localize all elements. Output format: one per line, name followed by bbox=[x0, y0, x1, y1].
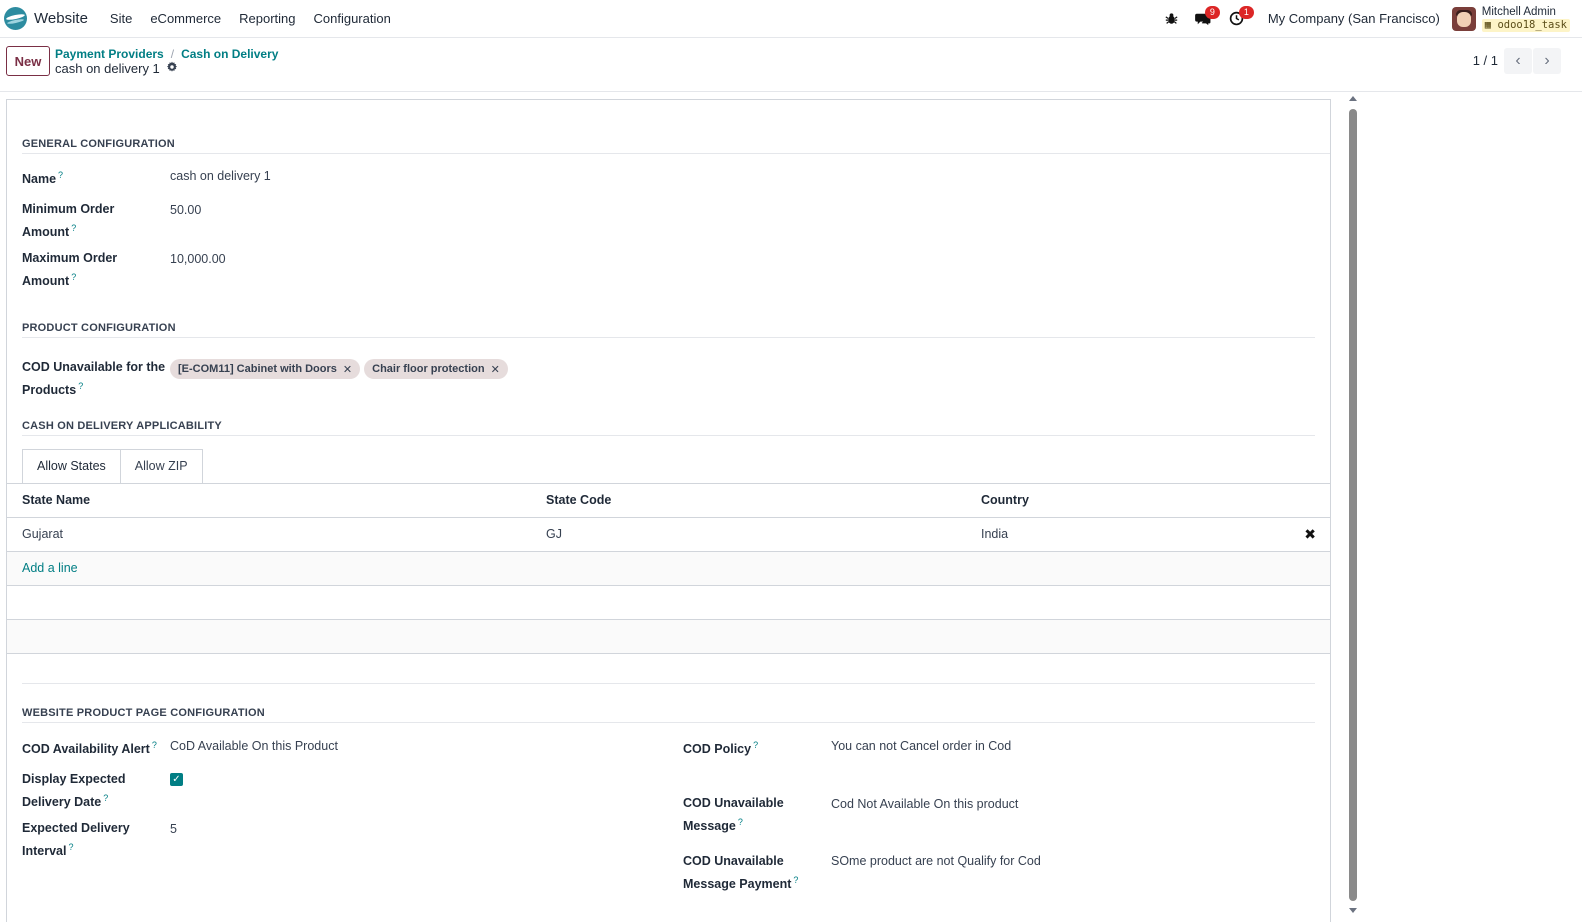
help-icon[interactable]: ? bbox=[793, 875, 798, 885]
database-name: ▦ odoo18_task bbox=[1481, 18, 1570, 32]
activities-clock-icon[interactable]: 1 bbox=[1220, 0, 1254, 38]
table-header: State Name State Code Country bbox=[7, 484, 1330, 518]
min-order-label: Minimum Order Amount? bbox=[22, 202, 115, 240]
chevron-left-icon[interactable]: ‹ bbox=[1504, 48, 1532, 74]
product-tag[interactable]: [E-COM11] Cabinet with Doors ✕ bbox=[170, 359, 361, 379]
cod-unavailable-payment-label: COD Unavailable Message Payment? bbox=[683, 854, 799, 892]
column-state-code[interactable]: State Code bbox=[546, 484, 611, 517]
display-delivery-date-checkbox[interactable]: ✓ bbox=[170, 773, 183, 786]
section-divider bbox=[22, 435, 1315, 436]
help-icon[interactable]: ? bbox=[68, 842, 73, 852]
gear-icon[interactable] bbox=[166, 61, 178, 76]
help-icon[interactable]: ? bbox=[71, 223, 76, 233]
menu-configuration[interactable]: Configuration bbox=[305, 0, 400, 38]
section-divider bbox=[22, 153, 1330, 154]
cell-country[interactable]: India bbox=[981, 518, 1008, 551]
add-line-link[interactable]: Add a line bbox=[22, 552, 78, 585]
scrollbar-thumb[interactable] bbox=[1349, 109, 1357, 901]
help-icon[interactable]: ? bbox=[78, 381, 83, 391]
name-label: Name? bbox=[22, 170, 64, 187]
cod-policy-field[interactable]: You can not Cancel order in Cod bbox=[831, 737, 1011, 756]
section-product-title: PRODUCT CONFIGURATION bbox=[22, 322, 176, 334]
website-app-icon bbox=[4, 7, 27, 30]
help-icon[interactable]: ? bbox=[738, 817, 743, 827]
section-divider bbox=[22, 683, 1315, 684]
app-name: Website bbox=[34, 10, 88, 27]
close-icon[interactable]: ✕ bbox=[343, 363, 352, 376]
breadcrumb-payment-providers[interactable]: Payment Providers bbox=[55, 47, 164, 61]
main-menu: Site eCommerce Reporting Configuration bbox=[101, 0, 400, 38]
scroll-up-arrow-icon[interactable] bbox=[1349, 96, 1357, 101]
max-order-label: Maximum Order Amount? bbox=[22, 251, 118, 289]
systray: 9 1 My Company (San Francisco) Mitchell … bbox=[1158, 0, 1582, 38]
debug-bug-icon[interactable] bbox=[1158, 0, 1186, 38]
scroll-down-arrow-icon[interactable] bbox=[1349, 908, 1357, 913]
menu-ecommerce[interactable]: eCommerce bbox=[141, 0, 230, 38]
messages-badge: 9 bbox=[1204, 5, 1220, 19]
section-divider bbox=[22, 337, 1315, 338]
cell-state-name[interactable]: Gujarat bbox=[22, 518, 63, 551]
cod-unavailable-payment-field[interactable]: SOme product are not Qualify for Cod bbox=[831, 852, 1041, 871]
help-icon[interactable]: ? bbox=[58, 170, 63, 180]
cod-availability-alert-label: COD Availability Alert? bbox=[22, 740, 157, 757]
delivery-interval-field[interactable]: 5 bbox=[170, 820, 177, 839]
column-country[interactable]: Country bbox=[981, 484, 1029, 517]
delete-row-icon[interactable]: ✖ bbox=[1304, 518, 1316, 551]
close-icon[interactable]: ✕ bbox=[491, 363, 500, 376]
help-icon[interactable]: ? bbox=[71, 272, 76, 282]
table-row[interactable]: Gujarat GJ India ✖ bbox=[7, 518, 1330, 552]
company-switcher[interactable]: My Company (San Francisco) bbox=[1268, 11, 1440, 26]
product-tags-field[interactable]: [E-COM11] Cabinet with Doors ✕ Chair floo… bbox=[170, 359, 512, 379]
form-sheet: GENERAL CONFIGURATION Name? cash on deli… bbox=[6, 99, 1331, 922]
menu-site[interactable]: Site bbox=[101, 0, 141, 38]
cod-availability-alert-field[interactable]: CoD Available On this Product bbox=[170, 737, 338, 756]
name-field[interactable]: cash on delivery 1 bbox=[170, 167, 271, 186]
user-menu[interactable]: Mitchell Admin ▦ odoo18_task bbox=[1481, 5, 1570, 32]
section-general-title: GENERAL CONFIGURATION bbox=[22, 138, 175, 150]
app-brand[interactable]: Website bbox=[4, 7, 88, 30]
delivery-interval-label: Expected Delivery Interval? bbox=[22, 821, 130, 859]
top-navbar: Website Site eCommerce Reporting Configu… bbox=[0, 0, 1582, 38]
activities-badge: 1 bbox=[1238, 5, 1254, 19]
database-icon: ▦ bbox=[1484, 18, 1492, 31]
empty-row bbox=[7, 586, 1330, 620]
cod-policy-label: COD Policy? bbox=[683, 740, 759, 757]
control-panel: New Payment Providers / Cash on Delivery… bbox=[0, 38, 1582, 92]
user-avatar[interactable] bbox=[1451, 6, 1476, 31]
help-icon[interactable]: ? bbox=[152, 740, 157, 750]
section-website-title: WEBSITE PRODUCT PAGE CONFIGURATION bbox=[22, 707, 265, 719]
help-icon[interactable]: ? bbox=[753, 740, 758, 750]
section-divider bbox=[22, 722, 1315, 723]
breadcrumb-separator: / bbox=[170, 47, 175, 61]
breadcrumb: Payment Providers / Cash on Delivery bbox=[55, 47, 278, 61]
record-title: cash on delivery 1 bbox=[55, 61, 178, 76]
cod-unavailable-message-label: COD Unavailable Message? bbox=[683, 796, 784, 834]
cod-unavailable-message-field[interactable]: Cod Not Available On this product bbox=[831, 795, 1018, 814]
applicability-tabs: Allow States Allow ZIP bbox=[22, 449, 203, 484]
breadcrumb-cash-on-delivery[interactable]: Cash on Delivery bbox=[181, 47, 278, 61]
cod-unavailable-products-label: COD Unavailable for the Products? bbox=[22, 360, 166, 398]
menu-reporting[interactable]: Reporting bbox=[230, 0, 304, 38]
vertical-scrollbar[interactable] bbox=[1346, 96, 1360, 922]
pager-value[interactable]: 1 / 1 bbox=[1473, 53, 1498, 68]
max-order-field[interactable]: 10,000.00 bbox=[170, 250, 226, 269]
check-icon: ✓ bbox=[172, 774, 181, 785]
cell-state-code[interactable]: GJ bbox=[546, 518, 562, 551]
user-name: Mitchell Admin bbox=[1481, 5, 1556, 18]
chevron-right-icon[interactable]: › bbox=[1533, 48, 1561, 74]
record-name: cash on delivery 1 bbox=[55, 61, 160, 76]
column-state-name[interactable]: State Name bbox=[22, 484, 90, 517]
tab-allow-zip[interactable]: Allow ZIP bbox=[120, 449, 203, 484]
messages-chat-icon[interactable]: 9 bbox=[1186, 0, 1220, 38]
add-line-row: Add a line bbox=[7, 552, 1330, 586]
section-applicability-title: CASH ON DELIVERY APPLICABILITY bbox=[22, 420, 222, 432]
new-button[interactable]: New bbox=[6, 46, 50, 76]
empty-row bbox=[7, 620, 1330, 654]
product-tag[interactable]: Chair floor protection ✕ bbox=[364, 359, 508, 379]
display-delivery-date-label: Display Expected Delivery Date? bbox=[22, 772, 126, 810]
tab-allow-states[interactable]: Allow States bbox=[22, 449, 121, 484]
help-icon[interactable]: ? bbox=[103, 793, 108, 803]
min-order-field[interactable]: 50.00 bbox=[170, 201, 201, 220]
